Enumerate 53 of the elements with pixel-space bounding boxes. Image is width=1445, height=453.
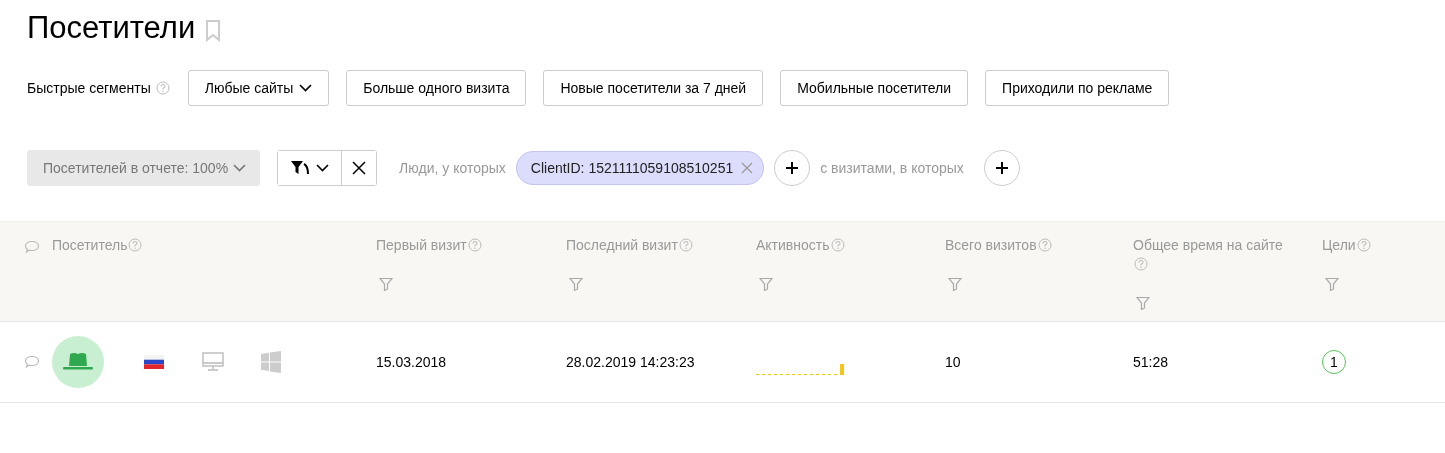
segment-button[interactable]: Мобильные посетители	[780, 70, 969, 106]
segment-button[interactable]: Новые посетители за 7 дней	[543, 70, 764, 106]
caret-icon	[316, 164, 330, 172]
help-icon	[155, 81, 170, 95]
help-icon	[467, 238, 482, 252]
condition-chip[interactable]: ClientID: 1521111059108510251	[515, 151, 765, 185]
bookmark-icon[interactable]	[205, 20, 222, 42]
help-icon	[830, 238, 845, 252]
close-icon[interactable]	[741, 162, 754, 174]
filter-icon[interactable]	[759, 277, 773, 291]
table-cell: 28.02.2019 14:23:23	[566, 354, 695, 370]
filter-icon[interactable]	[1325, 277, 1339, 291]
filter-icon	[290, 160, 311, 176]
table-cell: 51:28	[1133, 354, 1169, 370]
help-icon	[1037, 238, 1052, 252]
help-icon	[678, 238, 693, 252]
help-icon	[128, 238, 143, 252]
filter-icon[interactable]	[379, 277, 393, 291]
visits-label: с визитами, в которых	[820, 160, 964, 176]
segment-button[interactable]: Приходили по рекламе	[985, 70, 1170, 106]
page-title: Посетители	[27, 9, 196, 47]
comment-icon[interactable]	[24, 240, 40, 254]
visitor-avatar[interactable]	[52, 336, 104, 388]
column-header[interactable]: Посетитель	[52, 236, 143, 255]
clear-filter-button[interactable]	[341, 151, 377, 185]
column-header[interactable]: Цели	[1322, 236, 1371, 255]
filter-icon[interactable]	[1136, 296, 1150, 310]
plus-icon	[785, 161, 800, 175]
caret-icon	[299, 84, 313, 92]
column-header[interactable]: Активность	[756, 236, 845, 255]
people-label: Люди, у которых	[399, 160, 506, 176]
caret-icon	[233, 164, 247, 172]
segments-label: Быстрые сегменты	[27, 80, 151, 96]
add-condition-button[interactable]	[983, 150, 1020, 186]
column-header[interactable]: Всего визитов	[945, 236, 1052, 255]
plus-icon	[994, 161, 1009, 175]
comment-icon[interactable]	[24, 355, 40, 369]
table-cell: 15.03.2018	[376, 354, 447, 370]
desktop-icon	[202, 352, 224, 372]
table-cell: 10	[945, 354, 961, 370]
filter-icon[interactable]	[948, 277, 962, 291]
segment-button[interactable]: Больше одного визита	[346, 70, 527, 106]
column-header[interactable]: Последний визит	[566, 236, 693, 255]
sample-dropdown[interactable]: Посетителей в отчете: 100%	[27, 150, 261, 186]
add-condition-button[interactable]	[774, 150, 811, 186]
column-header[interactable]: Первый визит	[376, 236, 482, 255]
filter-icon[interactable]	[569, 277, 583, 291]
close-icon	[352, 161, 367, 175]
help-icon	[1134, 257, 1148, 271]
segment-dropdown[interactable]: Любые сайты	[187, 70, 330, 106]
windows-icon	[260, 351, 282, 373]
flag-icon	[144, 355, 164, 369]
help-icon	[1356, 238, 1371, 252]
